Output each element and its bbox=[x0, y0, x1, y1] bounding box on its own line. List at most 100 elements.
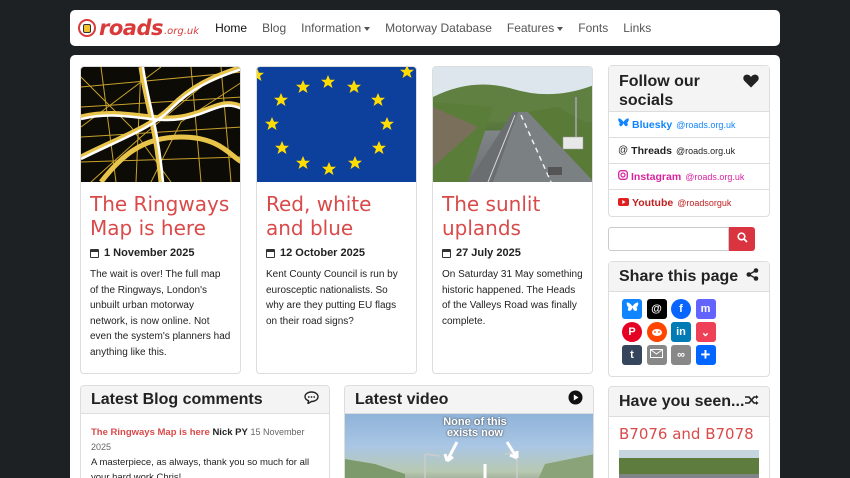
pinterest-icon: P bbox=[628, 326, 636, 338]
share-pinterest-button[interactable]: P bbox=[622, 322, 642, 342]
blog-comments-header: Latest Blog comments bbox=[81, 386, 329, 414]
socials-header: Follow our socials bbox=[609, 66, 769, 112]
have-you-seen-image[interactable] bbox=[619, 450, 759, 478]
plus-icon: + bbox=[700, 345, 711, 364]
social-name: Bluesky bbox=[632, 118, 673, 131]
nav-home[interactable]: Home bbox=[215, 21, 247, 35]
latest-video-panel: Latest video None of this exists now bbox=[344, 385, 594, 478]
share-more-button[interactable]: + bbox=[695, 345, 716, 365]
nav-features[interactable]: Features bbox=[507, 21, 564, 35]
article-date-text: 27 July 2025 bbox=[456, 247, 521, 259]
socials-title: Follow our socials bbox=[619, 73, 700, 109]
threads-icon: @ bbox=[618, 145, 629, 156]
social-name: Instagram bbox=[631, 170, 682, 183]
site-logo[interactable]: roads .org.uk bbox=[78, 16, 199, 40]
share-icon bbox=[746, 267, 759, 286]
speech-bubble-icon bbox=[304, 390, 319, 409]
article-card[interactable]: The Ringways Map is here 1 November 2025… bbox=[80, 66, 241, 374]
article-title[interactable]: The sunlit uplands bbox=[442, 192, 583, 240]
social-instagram[interactable]: Instagram @roads.org.uk bbox=[609, 164, 769, 190]
have-you-seen-header: Have you seen... bbox=[609, 387, 769, 417]
share-facebook-button[interactable]: f bbox=[671, 299, 691, 319]
main-content: The Ringways Map is here 1 November 2025… bbox=[70, 55, 780, 478]
caret-down-icon bbox=[364, 26, 371, 31]
share-header: Share this page bbox=[609, 262, 769, 292]
article-summary: On Saturday 31 May something historic ha… bbox=[442, 269, 583, 327]
share-reddit-button[interactable] bbox=[646, 322, 667, 342]
latest-video-title: Latest video bbox=[355, 390, 449, 408]
have-you-seen-panel: Have you seen... B7076 and B7078 bbox=[608, 386, 770, 478]
socials-panel: Follow our socials Bluesky @roads.org.uk… bbox=[608, 65, 770, 217]
share-tumblr-button[interactable]: t bbox=[622, 345, 642, 365]
ringways-map-image[interactable] bbox=[81, 67, 240, 182]
linkedin-icon: in bbox=[676, 326, 686, 338]
logo-text: roads bbox=[99, 16, 164, 40]
social-name: Threads bbox=[631, 144, 673, 157]
share-linkedin-button[interactable]: in bbox=[671, 322, 691, 342]
caret-down-icon bbox=[557, 26, 564, 31]
nav-information[interactable]: Information bbox=[301, 21, 371, 35]
social-handle: @roads.org.uk bbox=[685, 171, 745, 182]
pocket-icon: ⌄ bbox=[700, 326, 711, 339]
article-card[interactable]: Red, white and blue 12 October 2025 Kent… bbox=[256, 66, 417, 374]
social-handle: @roads.org.uk bbox=[676, 145, 736, 156]
reddit-icon bbox=[650, 325, 664, 340]
article-title[interactable]: Red, white and blue bbox=[266, 192, 407, 240]
comment-author: Nick PY bbox=[212, 427, 248, 438]
video-thumbnail[interactable]: None of this exists now bbox=[345, 414, 593, 478]
nav-fonts[interactable]: Fonts bbox=[578, 21, 608, 35]
threads-icon: @ bbox=[651, 303, 662, 315]
have-you-seen-link[interactable]: B7076 and B7078 bbox=[619, 425, 759, 443]
share-mastodon-button[interactable]: m bbox=[695, 299, 716, 319]
share-title: Share this page bbox=[619, 268, 739, 285]
social-bluesky[interactable]: Bluesky @roads.org.uk bbox=[609, 112, 769, 138]
article-date-text: 12 October 2025 bbox=[280, 247, 365, 259]
share-buttons: @ f m P in ⌄ t ∞ + bbox=[609, 292, 749, 373]
video-overlay-text: None of this exists now bbox=[435, 417, 515, 439]
social-handle: @roads.org.uk bbox=[676, 119, 736, 130]
blog-comment: The Ringways Map is here Nick PY 15 Nove… bbox=[81, 414, 329, 478]
blog-comments-title: Latest Blog comments bbox=[91, 390, 263, 408]
facebook-icon: f bbox=[679, 303, 683, 315]
play-circle-icon bbox=[568, 390, 583, 410]
share-pocket-button[interactable]: ⌄ bbox=[695, 322, 716, 342]
top-navbar: roads .org.uk Home Blog Information Moto… bbox=[70, 10, 780, 46]
logo-badge-icon bbox=[78, 19, 96, 37]
calendar-icon bbox=[90, 248, 99, 258]
eu-flag-image[interactable] bbox=[257, 67, 416, 182]
shuffle-icon bbox=[745, 393, 759, 411]
youtube-icon bbox=[618, 197, 629, 209]
have-you-seen-title: Have you seen... bbox=[619, 393, 745, 410]
social-youtube[interactable]: Youtube @roadsorguk bbox=[609, 190, 769, 216]
nav-blog[interactable]: Blog bbox=[262, 21, 286, 35]
search-input[interactable] bbox=[608, 227, 729, 251]
social-name: Youtube bbox=[632, 197, 674, 209]
share-email-button[interactable] bbox=[646, 345, 667, 365]
article-date: 12 October 2025 bbox=[266, 247, 407, 259]
article-card[interactable]: The sunlit uplands 27 July 2025 On Satur… bbox=[432, 66, 593, 374]
share-copy-link-button[interactable]: ∞ bbox=[671, 345, 691, 365]
comment-text: A masterpiece, as always, thank you so m… bbox=[91, 457, 310, 478]
link-icon: ∞ bbox=[677, 349, 685, 361]
social-threads[interactable]: @ Threads @roads.org.uk bbox=[609, 138, 769, 164]
logo-suffix: .org.uk bbox=[164, 25, 200, 37]
mastodon-icon: m bbox=[700, 303, 711, 315]
nav-motorway-database[interactable]: Motorway Database bbox=[385, 21, 492, 35]
nav-information-label: Information bbox=[301, 21, 362, 35]
search-icon bbox=[736, 230, 748, 248]
share-panel: Share this page @ f m P in ⌄ t ∞ + bbox=[608, 261, 770, 377]
tumblr-icon: t bbox=[630, 349, 634, 361]
search-form bbox=[608, 227, 755, 251]
comment-post-link[interactable]: The Ringways Map is here bbox=[91, 427, 210, 438]
search-button[interactable] bbox=[729, 227, 755, 251]
instagram-icon bbox=[618, 170, 628, 183]
nav-links[interactable]: Links bbox=[623, 21, 651, 35]
article-date: 27 July 2025 bbox=[442, 247, 583, 259]
calendar-icon bbox=[442, 248, 451, 258]
road-photo-image[interactable] bbox=[433, 67, 592, 182]
share-bluesky-button[interactable] bbox=[622, 299, 642, 319]
article-title[interactable]: The Ringways Map is here bbox=[90, 192, 231, 240]
heart-icon bbox=[743, 74, 759, 93]
envelope-icon bbox=[650, 349, 663, 361]
share-threads-button[interactable]: @ bbox=[646, 299, 667, 319]
